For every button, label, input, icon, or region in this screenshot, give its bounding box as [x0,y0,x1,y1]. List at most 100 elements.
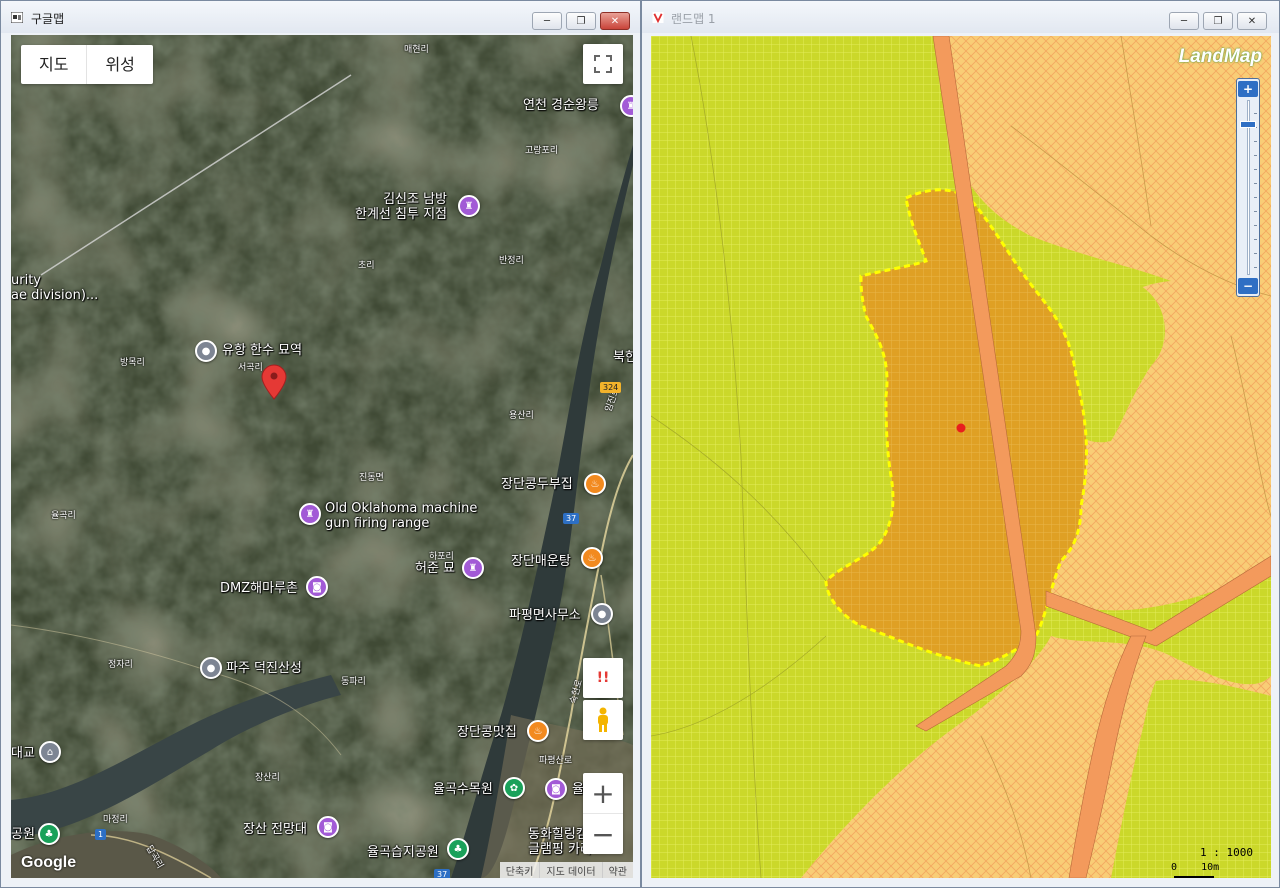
landmap-app-icon [652,12,664,23]
camera-icon[interactable]: ◙ [545,778,567,800]
close-button[interactable]: ✕ [600,12,630,30]
zoom-tick [1254,267,1257,268]
maximize-button[interactable]: ❐ [1203,12,1233,30]
place-icon[interactable]: ● [591,603,613,625]
village-label: 초리 [358,261,375,271]
window-title: 구글맵 [31,12,65,26]
scale-bar-line [1174,876,1214,878]
landmap-logo: LandMap [1178,46,1262,67]
zoom-tick [1254,141,1257,142]
park-icon[interactable]: ♣ [38,823,60,845]
zoom-slider[interactable]: + − [1236,78,1260,297]
village-label: 반정리 [499,256,524,266]
restaurant-icon[interactable]: ♨ [581,547,603,569]
village-label: 고랑포리 [525,146,559,156]
park-icon[interactable]: ♣ [447,838,469,860]
village-label: 마정리 [103,815,128,825]
partial-label[interactable]: 북한 [613,350,633,365]
poi-label[interactable]: 율곡수목원 [433,782,493,797]
zoom-control: + − [583,773,623,854]
zoom-in-button[interactable]: + [583,773,623,813]
zoom-tick [1254,211,1257,212]
close-button[interactable]: ✕ [1237,12,1267,30]
village-label: 하포리 [429,552,454,562]
poi-label[interactable]: 연천 경순왕릉 [523,98,599,113]
park-icon[interactable]: ✿ [503,777,525,799]
zoom-out-button[interactable]: − [583,813,623,854]
poi-label-line: urity [11,273,41,288]
minimize-button[interactable]: ─ [1169,12,1199,30]
poi-label[interactable]: 장단콩맛집 [457,725,517,740]
satellite-map[interactable]: 지도 위성 연천 경순왕릉 ♜ 김신조 남방 한계선 침투 지점 ♜ ● 유항 한… [11,35,633,878]
location-marker[interactable] [956,423,966,433]
restaurant-icon[interactable]: ♨ [527,720,549,742]
poi-label-line: ae division)... [11,288,99,303]
poi-label[interactable]: 유항 한수 묘역 [222,343,302,358]
attribution-bar: 단축키 지도 데이터 약관 [499,862,633,878]
place-icon[interactable]: ● [200,657,222,679]
title-bar[interactable]: 구글맵 ─ ❐ ✕ [1,1,640,33]
restaurant-icon[interactable]: ♨ [584,473,606,495]
partial-label[interactable]: urity ae division)... [11,273,98,303]
terms-link[interactable]: 약관 [601,862,633,878]
alert-button[interactable]: !! [583,658,623,698]
maximize-button[interactable]: ❐ [566,12,596,30]
zoom-tick [1254,239,1257,240]
camera-icon[interactable]: ◙ [306,576,328,598]
keyboard-shortcuts-link[interactable]: 단축키 [500,862,540,878]
road-shield: 324 [600,382,622,393]
poi-label[interactable]: 장단콩두부집 [501,477,573,492]
minimize-button[interactable]: ─ [532,12,562,30]
road-shield: 37 [563,513,580,524]
landmark-icon[interactable]: ♜ [462,557,484,579]
landmark-icon[interactable]: ♜ [458,195,480,217]
poi-label[interactable]: 장단매운탕 [511,554,571,569]
zoom-tick [1254,113,1257,114]
poi-label[interactable]: 율곡습지공원 [367,845,439,860]
zoom-knob[interactable] [1240,121,1256,128]
poi-label-line: gun firing range [325,516,430,531]
poi-label[interactable]: 장산 전망대 [243,822,307,837]
scale-bar-label: 0 10m [1171,862,1220,873]
map-type-roadmap[interactable]: 지도 [21,45,86,84]
google-map-window: 구글맵 ─ ❐ ✕ 지도 위성 연천 경순왕릉 ♜ 김신조 남방 한계선 침투 … [0,0,641,888]
zoom-tick [1254,253,1257,254]
village-label: 서곡리 [238,363,263,373]
place-icon[interactable]: ● [195,340,217,362]
fullscreen-icon [594,55,612,73]
poi-label-line: 김신조 남방 [383,192,447,207]
street-view-pegman[interactable] [583,700,623,740]
map-data-link[interactable]: 지도 데이터 [539,862,601,878]
google-logo: Google [21,854,77,871]
cadastral-map[interactable]: LandMap + − 1 : 1000 0 10m [651,36,1271,878]
fullscreen-button[interactable] [583,44,623,84]
partial-label[interactable]: 대교 [11,746,35,761]
road-shield: 37 [434,869,451,878]
poi-label[interactable]: Old Oklahoma machine gun firing range [325,501,477,531]
poi-label-line: Old Oklahoma machine [325,501,478,516]
poi-label[interactable]: 김신조 남방 한계선 침투 지점 [355,192,447,222]
partial-label[interactable]: 공원 [11,827,35,842]
village-label: 매현리 [404,45,429,55]
camera-icon[interactable]: ◙ [317,816,339,838]
zoom-tick [1254,225,1257,226]
zoom-tick [1254,183,1257,184]
zoom-out-button[interactable]: − [1238,278,1258,294]
road-shield: 1 [95,829,107,840]
title-bar[interactable]: 랜드맵 1 ─ ❐ ✕ [642,1,1279,33]
poi-label[interactable]: 허준 묘 [415,561,455,576]
bridge-icon[interactable]: ⌂ [39,741,61,763]
map-type-satellite[interactable]: 위성 [86,45,152,84]
zoom-tick [1254,155,1257,156]
village-label: 장산리 [255,773,280,783]
map-type-toggle: 지도 위성 [21,45,153,84]
landmark-icon[interactable]: ♜ [299,503,321,525]
app-icon [11,12,23,23]
poi-label[interactable]: DMZ해마루촌 [220,581,298,596]
village-label: 방목리 [120,358,145,368]
zoom-in-button[interactable]: + [1238,81,1258,97]
poi-label[interactable]: 파평면사무소 [509,608,581,623]
poi-label-line: 한계선 침투 지점 [355,207,447,222]
poi-label[interactable]: 파주 덕진산성 [226,661,302,676]
scale-bar: 0 10m [1171,862,1220,878]
